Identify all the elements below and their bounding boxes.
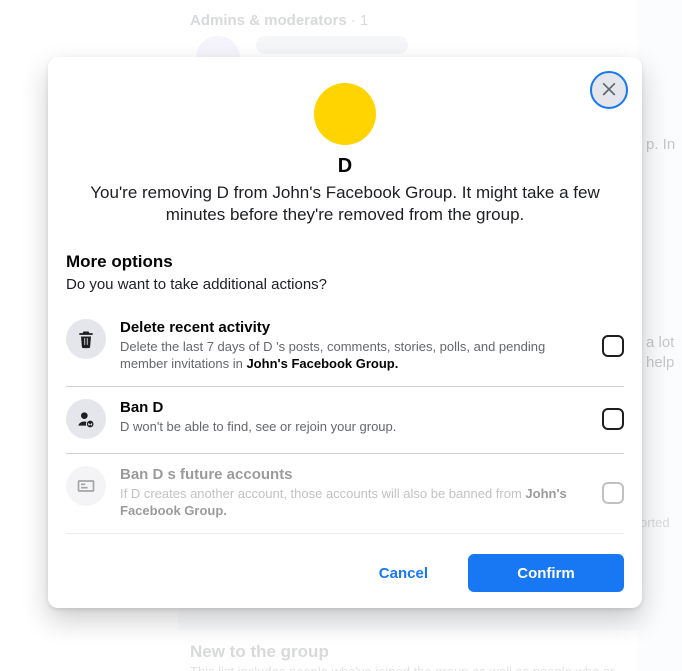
delete-activity-checkbox[interactable] (602, 335, 624, 357)
option-title: Delete recent activity (120, 319, 588, 336)
option-body: Delete recent activity Delete the last 7… (120, 319, 588, 372)
option-checkbox-wrap (602, 335, 624, 357)
option-desc-strong: John's Facebook Group. (246, 356, 398, 371)
option-desc: D won't be able to find, see or rejoin y… (120, 418, 588, 435)
modal-button-row: Cancel Confirm (66, 534, 624, 592)
modal-subtitle: You're removing D from John's Facebook G… (66, 182, 624, 226)
remove-member-modal: D You're removing D from John's Facebook… (48, 57, 642, 608)
option-desc: Delete the last 7 days of D 's posts, co… (120, 338, 588, 372)
cancel-button[interactable]: Cancel (347, 554, 460, 592)
confirm-button[interactable]: Confirm (468, 554, 624, 592)
option-desc: If D creates another account, those acco… (120, 485, 588, 519)
modal-title: D (66, 155, 624, 178)
person-block-icon (66, 399, 106, 439)
option-checkbox-wrap (602, 408, 624, 430)
close-icon (599, 78, 619, 103)
option-ban-future: Ban D s future accounts If D creates ano… (66, 454, 624, 534)
option-ban: Ban D D won't be able to find, see or re… (66, 387, 624, 454)
more-options-subtitle: Do you want to take additional actions? (66, 276, 624, 293)
close-button[interactable] (590, 71, 628, 109)
option-desc-text: D won't be able to find, see or rejoin y… (120, 419, 396, 434)
ban-checkbox[interactable] (602, 408, 624, 430)
ban-future-checkbox (602, 482, 624, 504)
option-checkbox-wrap (602, 482, 624, 504)
option-title: Ban D (120, 399, 588, 416)
option-title: Ban D s future accounts (120, 466, 588, 483)
more-options-title: More options (66, 252, 624, 272)
member-avatar (314, 83, 376, 145)
id-card-icon (66, 466, 106, 506)
option-body: Ban D D won't be able to find, see or re… (120, 399, 588, 435)
option-desc-text: If D creates another account, those acco… (120, 486, 525, 501)
trash-icon (66, 319, 106, 359)
option-delete-activity: Delete recent activity Delete the last 7… (66, 307, 624, 387)
option-body: Ban D s future accounts If D creates ano… (120, 466, 588, 519)
